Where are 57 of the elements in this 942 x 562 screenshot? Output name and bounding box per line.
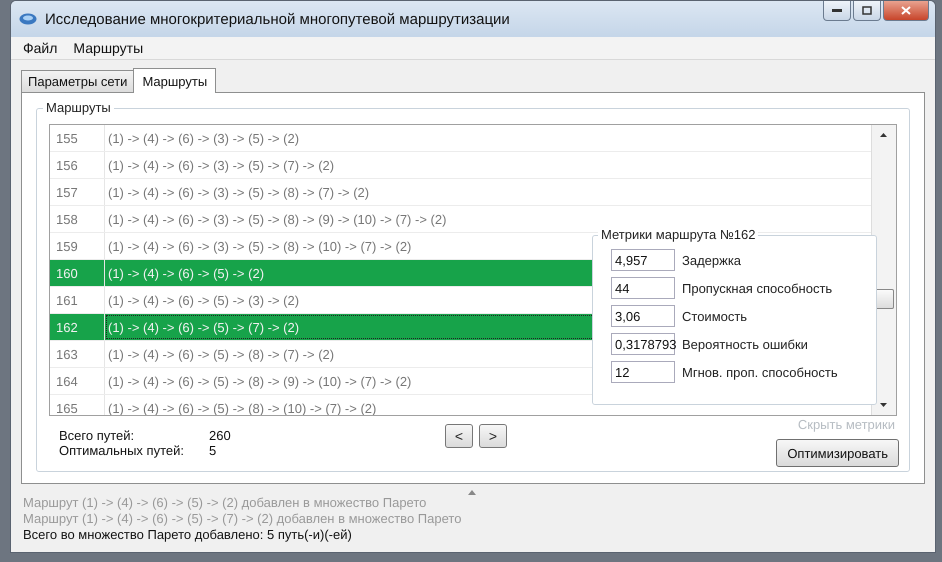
- log-line: Маршрут (1) -> (4) -> (6) -> (5) -> (2) добавлен в множество Парето: [23, 495, 428, 511]
- route-path: (1) -> (4) -> (6) -> (5) -> (2): [108, 266, 264, 280]
- route-path: (1) -> (4) -> (6) -> (5) -> (7) -> (2): [108, 320, 300, 334]
- route-path: (1) -> (4) -> (6) -> (3) -> (5) -> (7) -> (2): [108, 158, 334, 172]
- tab[interactable]: Параметры сети: [21, 70, 134, 92]
- maximize-icon: [862, 6, 872, 15]
- next-button[interactable]: >: [479, 424, 507, 448]
- metric-value-field[interactable]: 3,06: [611, 305, 675, 327]
- splitter-grip-icon[interactable]: [468, 490, 476, 495]
- log-line: Всего во множество Парето добавлено: 5 путь(-и)(-ей): [23, 527, 353, 543]
- log-line: Маршрут (1) -> (4) -> (6) -> (5) -> (7) -> (2) добавлен в множество Парето: [23, 511, 462, 527]
- metrics-title: Метрики маршрута №162: [598, 227, 758, 242]
- menu-item[interactable]: Маршруты: [67, 40, 150, 56]
- row-number: 163: [50, 341, 105, 367]
- stat-value: 5: [209, 443, 218, 458]
- route-path: (1) -> (4) -> (6) -> (5) -> (3) -> (2): [108, 292, 300, 308]
- row-number: 157: [50, 179, 105, 205]
- metric-value-field[interactable]: 0,3178793: [611, 333, 675, 355]
- maximize-button[interactable]: [853, 1, 881, 21]
- menu-item[interactable]: Файл: [17, 40, 64, 56]
- window-title: Исследование многокритериальной многопутевой маршрутизации: [45, 10, 511, 28]
- row-number: 160: [50, 260, 105, 286]
- route-path: (1) -> (4) -> (6) -> (3) -> (5) -> (8) -> (7) -> (2): [108, 184, 370, 200]
- row-number: 158: [50, 206, 105, 232]
- previous-button[interactable]: <: [445, 424, 473, 448]
- close-button[interactable]: [883, 1, 929, 21]
- route-path: (1) -> (4) -> (6) -> (3) -> (5) -> (8) -> (10) -> (7) -> (2): [108, 238, 412, 254]
- row-number: 159: [50, 233, 105, 259]
- route-row[interactable]: 157 (1) -> (4) -> (6) -> (3) -> (5) -> (8) -> (7) -> (2): [50, 179, 871, 206]
- route-path: (1) -> (4) -> (6) -> (5) -> (8) -> (7) -> (2): [108, 346, 334, 362]
- metric-value-field[interactable]: 12: [611, 361, 675, 383]
- stat-label: Всего путей:: [59, 428, 136, 443]
- row-number: 162: [50, 314, 105, 340]
- route-row[interactable]: 156 (1) -> (4) -> (6) -> (3) -> (5) -> (7) -> (2): [50, 152, 871, 179]
- row-number: 156: [50, 152, 105, 178]
- row-number: 161: [50, 287, 105, 313]
- close-icon: [901, 6, 911, 15]
- group-title: Маршруты: [43, 100, 114, 115]
- row-number: 164: [50, 368, 105, 394]
- app-icon: [19, 13, 37, 25]
- row-number: 155: [50, 125, 105, 151]
- route-row[interactable]: 155 (1) -> (4) -> (6) -> (3) -> (5) -> (2): [50, 125, 871, 152]
- row-number: 165: [50, 395, 105, 415]
- route-path: (1) -> (4) -> (6) -> (3) -> (5) -> (2): [108, 130, 300, 146]
- stat-label: Оптимальных путей:: [59, 443, 185, 458]
- stat-value: 260: [209, 428, 232, 443]
- route-path: (1) -> (4) -> (6) -> (5) -> (8) -> (9) -> (10) -> (7) -> (2): [108, 374, 412, 388]
- tab[interactable]: Маршруты: [133, 68, 216, 93]
- scroll-down-icon[interactable]: [880, 403, 887, 407]
- minimize-icon: [832, 8, 842, 12]
- minimize-button[interactable]: [823, 1, 851, 21]
- route-path: (1) -> (4) -> (6) -> (5) -> (8) -> (10) -> (7) -> (2): [108, 400, 376, 415]
- optimize-button[interactable]: Оптимизировать: [776, 439, 899, 467]
- metric-value-field[interactable]: 4,957: [611, 249, 675, 271]
- route-path: (1) -> (4) -> (6) -> (3) -> (5) -> (8) -> (9) -> (10) -> (7) -> (2): [108, 212, 446, 226]
- metric-value-field[interactable]: 44: [611, 277, 675, 299]
- scroll-up-icon[interactable]: [880, 133, 887, 137]
